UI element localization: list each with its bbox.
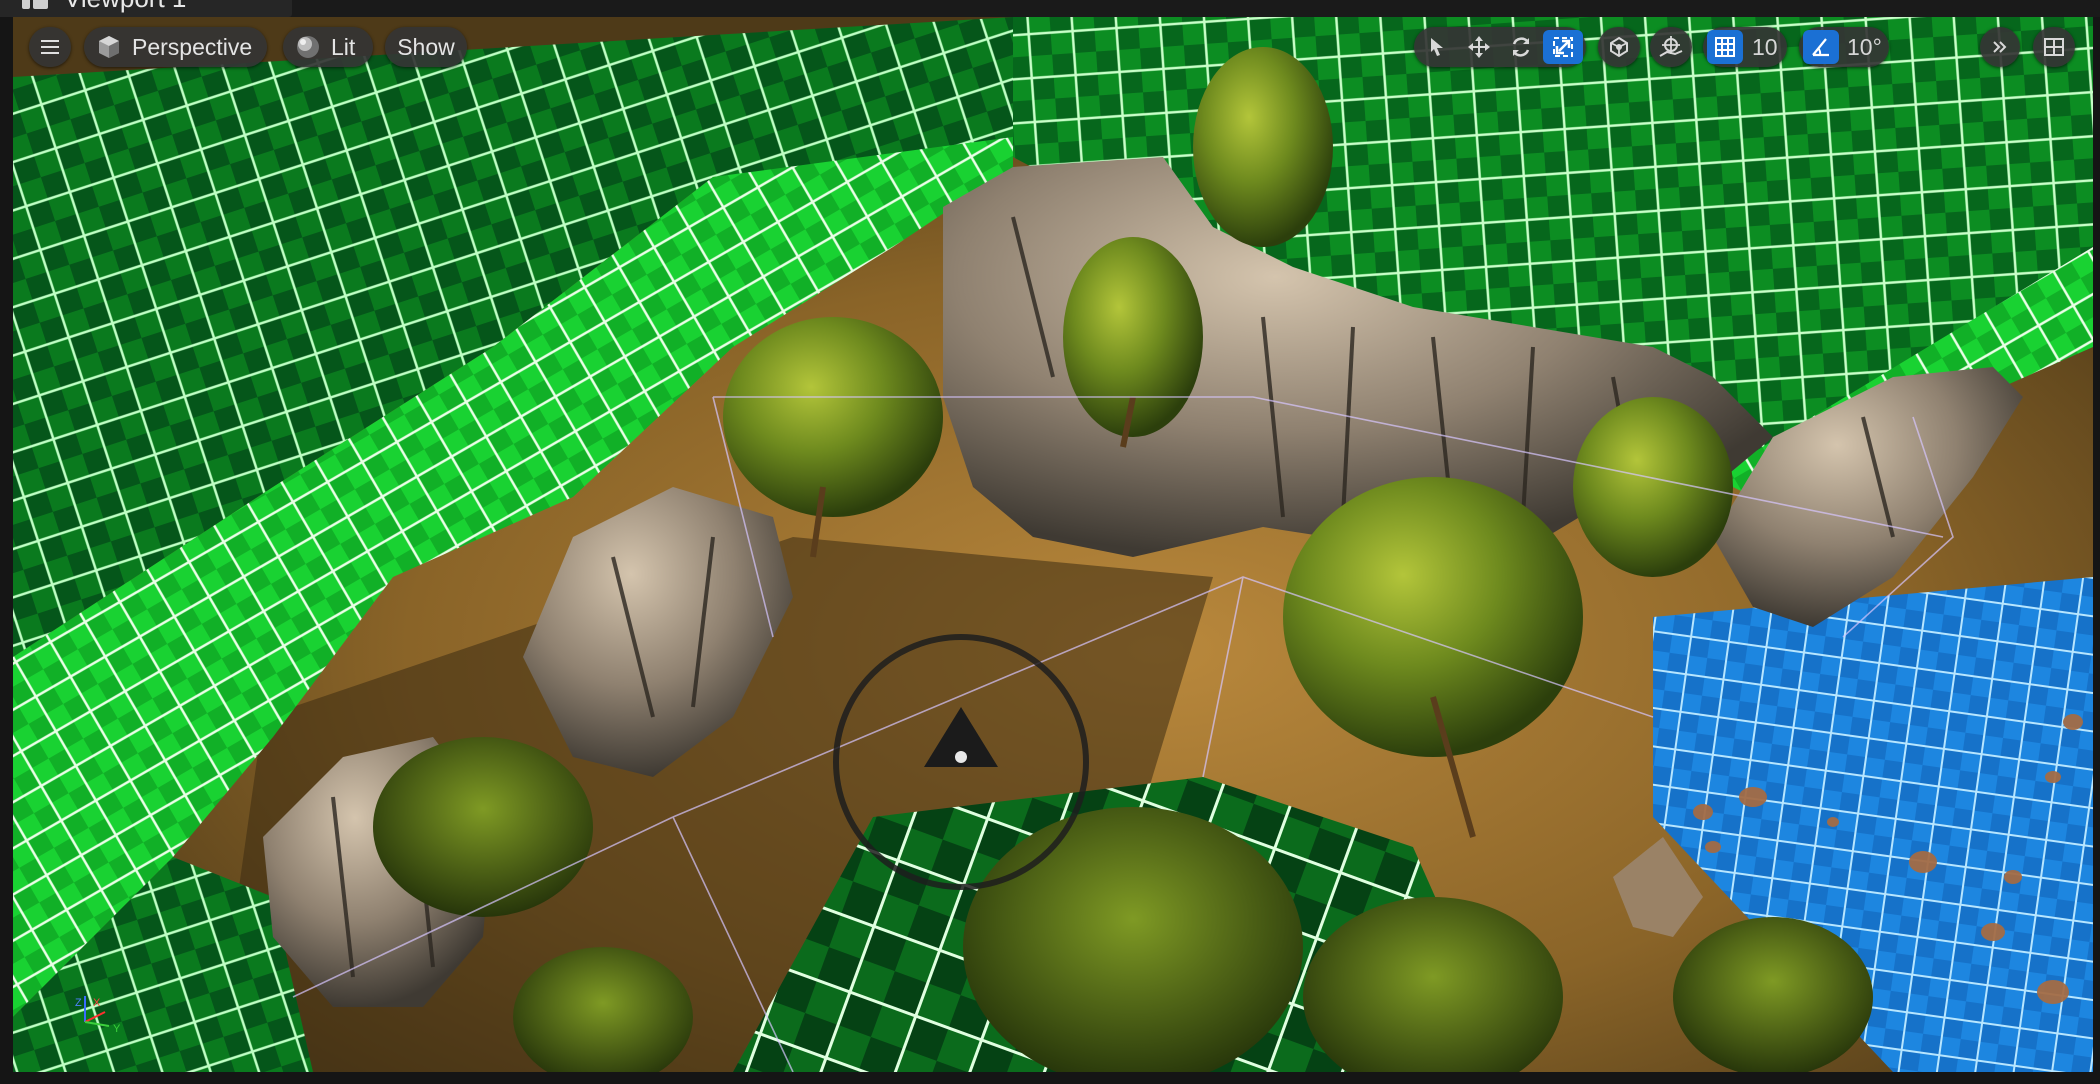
scale-tool-button[interactable] [1543,30,1583,64]
level-viewport[interactable]: Z X Y [13,17,2093,1072]
rotate-tool-button[interactable] [1501,27,1541,67]
axis-x-label: X [93,997,101,1009]
viewport-right-border [2093,17,2100,1072]
scale-icon [1553,37,1573,57]
tab-viewport[interactable]: Viewport 1 [0,0,292,17]
view-mode-label: Perspective [132,33,253,60]
surface-snap-icon [1659,36,1683,57]
translate-tool-button[interactable] [1459,27,1499,67]
viewport-layout-icon [2044,38,2064,56]
view-mode-button[interactable]: Perspective [84,27,267,67]
viewport-bottom-border [0,1072,2100,1084]
tab-label: Viewport 1 [64,0,186,13]
angle-icon [1812,38,1829,57]
select-tool-button[interactable] [1417,27,1457,67]
cube-icon [99,36,119,58]
tab-strip: Viewport 1 [0,0,2100,17]
viewport-layout-button[interactable] [2033,27,2075,67]
coordinate-space-button[interactable] [1598,27,1640,67]
grid-snap-value[interactable]: 10 [1752,34,1778,61]
move-arrows-icon [1468,36,1490,58]
axis-z-label: Z [75,997,82,1009]
rotation-snap-toggle[interactable] [1803,30,1839,64]
grid-icon [1715,37,1735,57]
transform-tools-group [1414,27,1586,67]
viewport-options-button[interactable] [29,27,71,67]
surface-snapping-button[interactable] [1650,27,1692,67]
lighting-label: Lit [331,33,356,60]
show-label: Show [397,33,455,60]
axis-y-label: Y [113,1023,121,1032]
rotation-snap-value[interactable]: 10° [1847,34,1882,61]
grid-snap-group: 10 [1703,27,1787,67]
rotate-icon [1512,37,1530,57]
more-options-button[interactable] [1980,27,2020,67]
double-chevron-icon [1993,41,2007,53]
viewport-tab-icon [22,0,48,9]
axis-indicator: Z X Y [75,996,121,1032]
cursor-arrow-icon [1431,38,1443,56]
globe-icon [1610,36,1628,58]
view-lighting-button[interactable]: Lit [283,27,373,67]
scene-render[interactable] [13,17,2093,1072]
rotation-snap-group: 10° [1799,27,1889,67]
show-flags-button[interactable]: Show [385,27,467,67]
sphere-icon [297,36,319,58]
hamburger-icon [41,40,59,54]
grid-snap-toggle[interactable] [1707,30,1743,64]
